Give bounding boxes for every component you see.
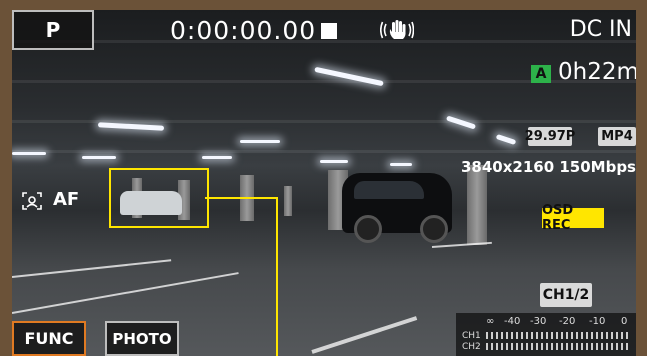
remaining-time: 0h22m [558,59,636,85]
focus-frame[interactable] [109,168,209,228]
audio-scale-label: ∞ [486,316,495,327]
ceiling-lamp [82,156,116,159]
ceiling-lamp [12,152,46,155]
ceiling-beam [12,40,636,43]
ch2-level-bar [486,343,631,350]
af-label: AF [53,189,80,210]
audio-scale-label: -10 [589,316,606,327]
ceiling-lamp [97,122,165,131]
audio-channel-badge: CH1/2 [540,283,592,307]
timecode: 0:00:00.00 [170,16,317,45]
osd-rec-badge: OSD REC [542,203,604,233]
audio-scale-label: 0 [621,316,628,327]
func-button[interactable]: FUNC [12,321,86,356]
focus-guide-line [276,197,278,356]
frame-rate-badge: 29.97P [524,127,576,146]
file-format-badge: MP4 [598,127,636,146]
shooting-mode-button[interactable]: P [12,10,94,50]
ch1-label: CH1 [462,331,481,341]
ceiling-lamp [495,134,517,145]
focus-guide-line [205,197,277,199]
audio-level-meter: ∞ -40 -30 -20 -10 0 CH1 CH2 [456,313,636,356]
media-slot-badge: A [531,65,551,83]
floor-marking [12,272,239,314]
audio-scale-label: -30 [530,316,547,327]
ceiling-lamp [202,156,232,159]
ceiling-lamp [320,160,348,163]
viewfinder-screen: P 0:00:00.00 DC IN A 0h22m 29.97P MP4 38… [12,10,636,356]
audio-scale-label: -40 [504,316,521,327]
audio-scale-label: -20 [559,316,576,327]
ceiling-lamp [240,140,280,143]
pillar [467,165,487,245]
dark-suv [342,173,452,243]
floor-marking [311,316,418,354]
power-source-label: DC IN [569,17,632,42]
ceiling-lamp [390,163,412,166]
camera-frame: P 0:00:00.00 DC IN A 0h22m 29.97P MP4 38… [0,0,647,356]
photo-button[interactable]: PHOTO [105,321,179,356]
resolution-bitrate: 3840x2160 150Mbps [460,158,636,176]
wheel [354,215,382,243]
wheel [420,215,448,243]
ch1-level-bar [486,332,631,339]
face-tracking-icon [22,192,42,210]
ceiling-lamp [314,66,384,87]
floor-marking [12,259,172,278]
ch2-label: CH2 [462,342,481,352]
hand-stabilizer-icon [380,20,414,39]
ceiling-beam [12,150,636,153]
pillar [284,186,292,216]
stop-icon [321,23,337,39]
